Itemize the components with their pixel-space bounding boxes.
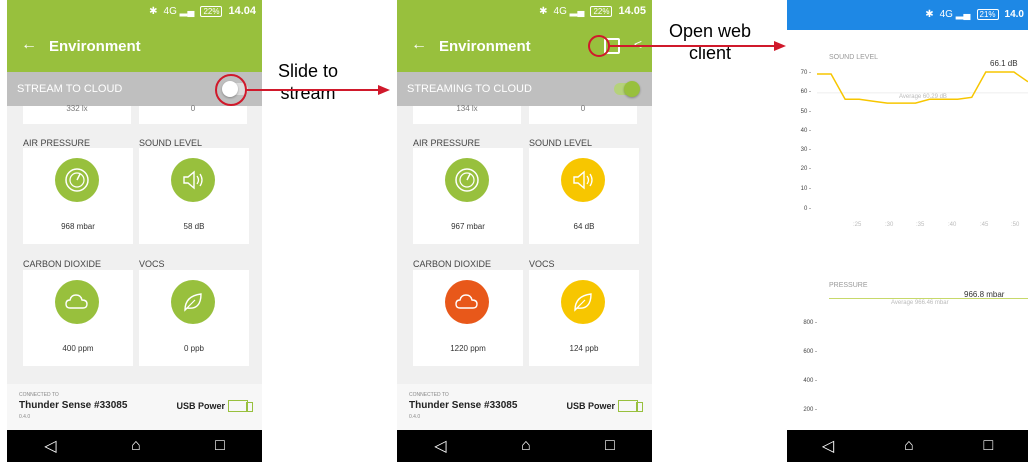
web-icon-highlight-circle [588, 35, 610, 57]
toggle-highlight-circle [215, 74, 247, 106]
annotation-arrows [215, 35, 786, 106]
